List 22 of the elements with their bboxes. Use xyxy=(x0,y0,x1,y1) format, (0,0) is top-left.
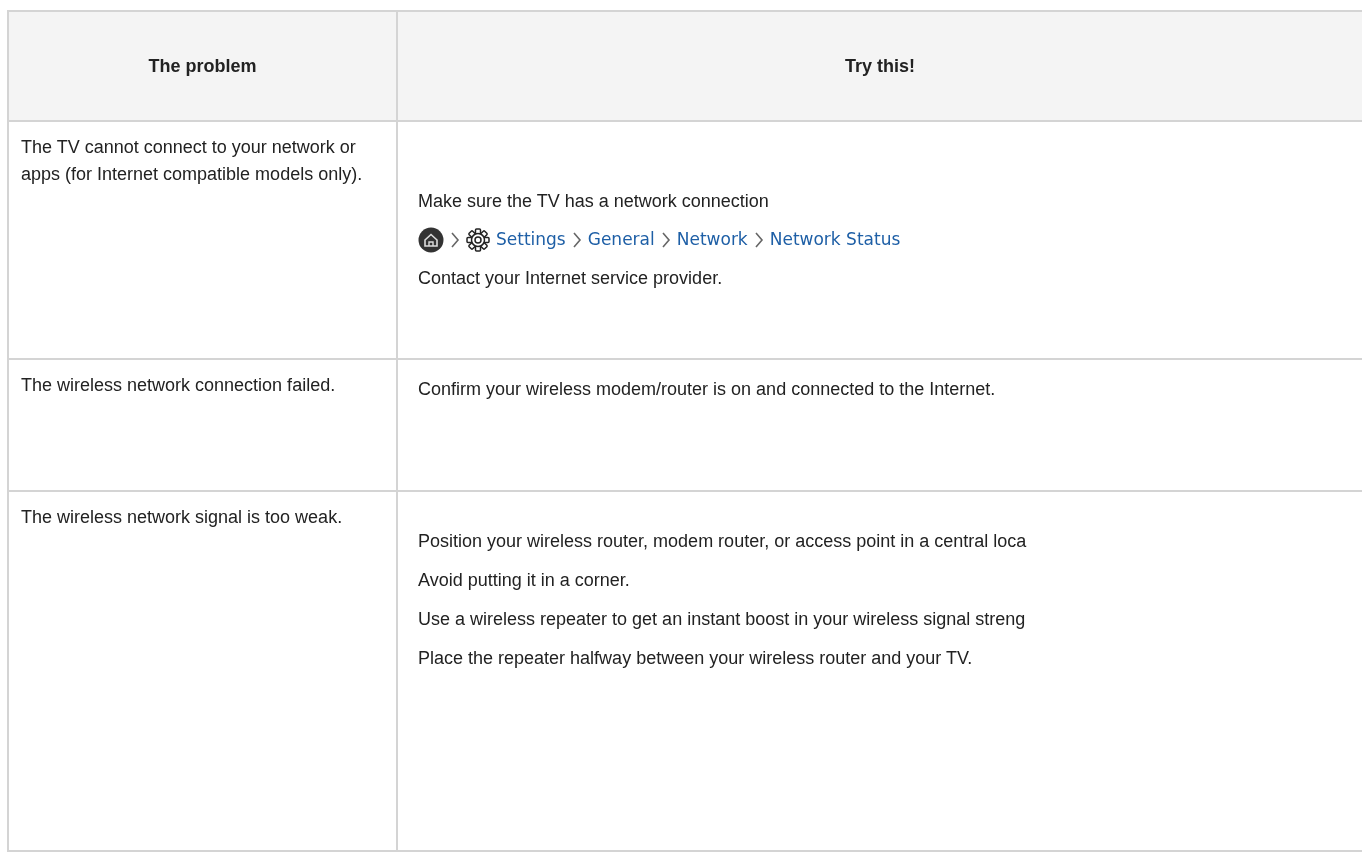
menu-path-item: Network xyxy=(676,228,748,252)
problem-text: The wireless network connection failed. xyxy=(21,375,336,395)
solution-text: Contact your Internet service provider. xyxy=(418,267,723,290)
solution-text: Use a wireless repeater to get an instant boost in your wireless signal streng xyxy=(418,608,1026,631)
menu-path-item: General xyxy=(587,228,655,252)
solution-text: Avoid putting it in a corner. xyxy=(418,569,630,592)
problem-text: The wireless network signal is too weak. xyxy=(21,507,343,527)
chevron-icon xyxy=(571,231,582,249)
chevron-icon xyxy=(660,231,671,249)
problem-text: The TV cannot connect to your network or apps (for Internet compatible models only). xyxy=(21,137,363,184)
menu-path-item: Network Status xyxy=(769,228,901,252)
gear-icon xyxy=(466,228,490,252)
solution-text: Confirm your wireless modem/router is on and connected to the Internet. xyxy=(418,378,996,401)
chevron-icon xyxy=(450,231,460,249)
solution-text: Position your wireless router, modem router, or access point in a central loca xyxy=(418,530,1027,553)
chevron-icon xyxy=(753,231,764,249)
solution-text: Make sure the TV has a network connection xyxy=(418,190,769,213)
column-header: Try this! xyxy=(845,55,915,76)
column-header: The problem xyxy=(148,55,257,76)
home-icon xyxy=(418,227,444,253)
solution-text: Place the repeater halfway between your wireless router and your TV. xyxy=(418,647,973,670)
menu-path-item: Settings xyxy=(496,228,566,252)
